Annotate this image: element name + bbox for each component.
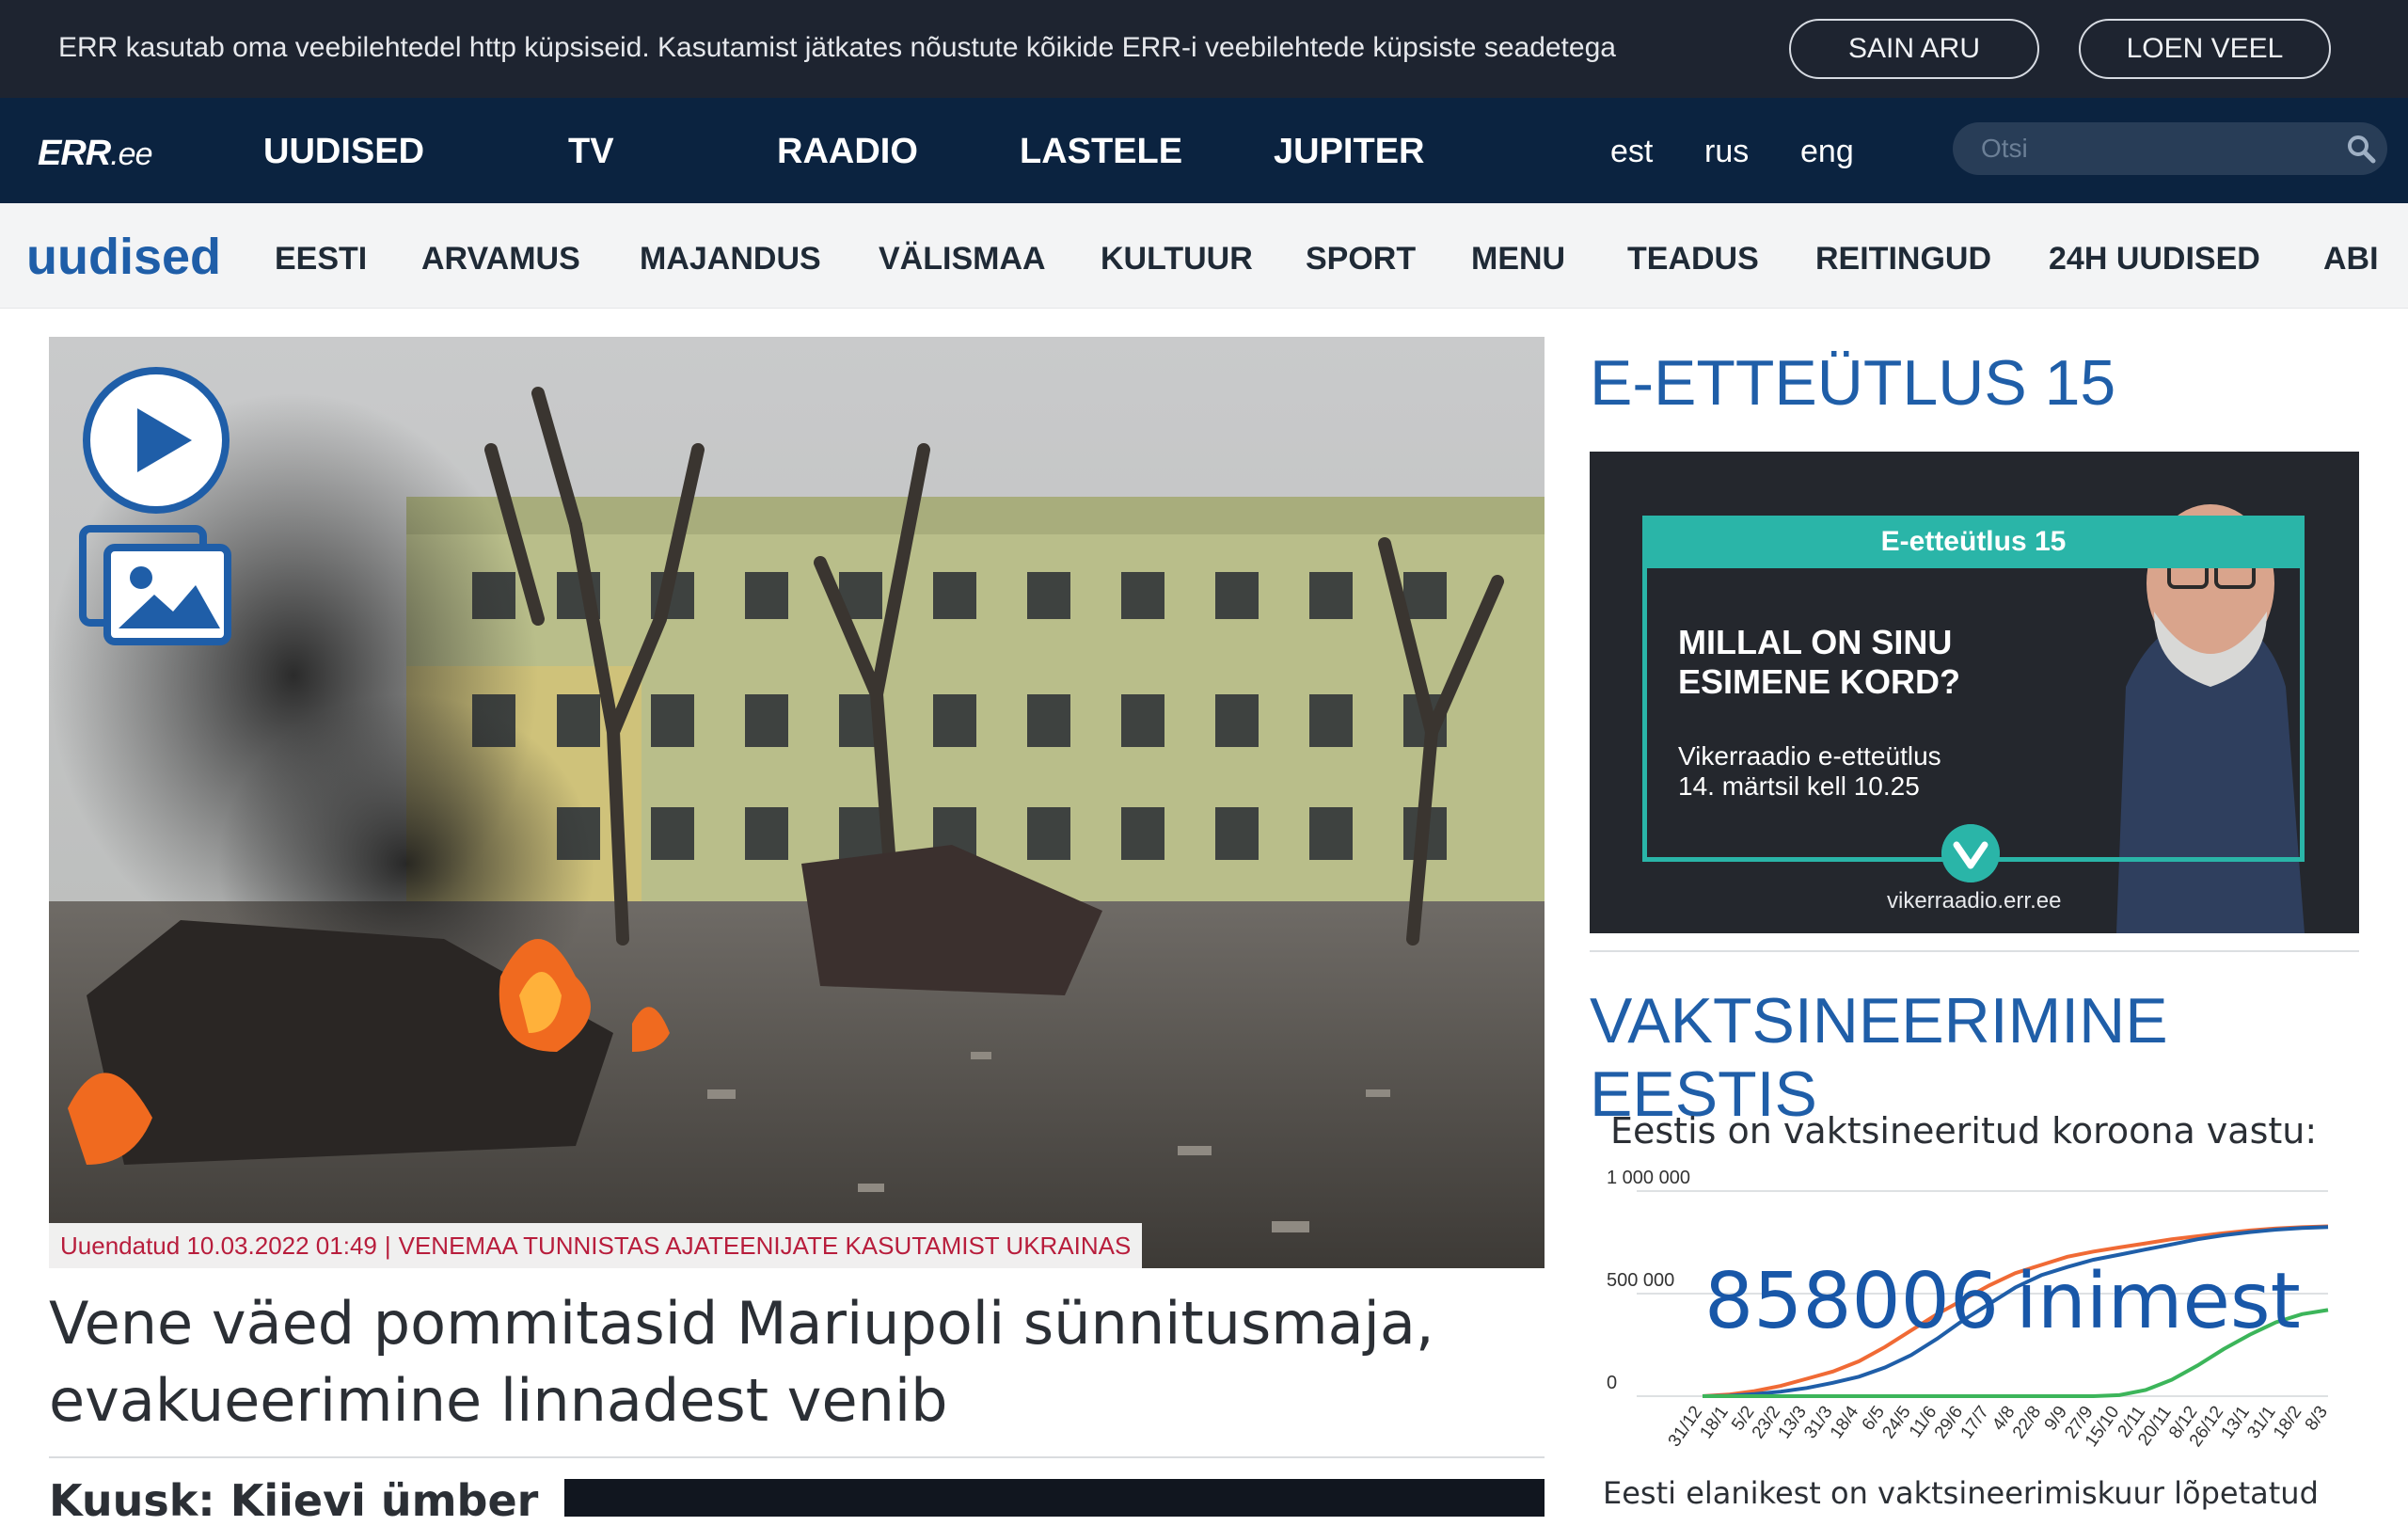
logo-suffix: .ee [110, 136, 152, 172]
subnav-teadus[interactable]: TEADUS [1627, 241, 1759, 278]
chart-x-tick-label: 29/6 [1931, 1403, 1967, 1442]
secondary-headline[interactable]: Kuusk: Kiievi ümber [49, 1475, 538, 1526]
chart-x-tick-label: 13/1 [2218, 1403, 2254, 1442]
section-title[interactable]: uudised [26, 228, 221, 286]
vikerraadio-logo-icon [1941, 824, 2000, 882]
gallery-icon[interactable] [79, 525, 231, 645]
nav-raadio[interactable]: RAADIO [777, 132, 918, 172]
vaccination-count: 858006 inimest [1704, 1257, 2301, 1346]
lang-rus[interactable]: rus [1704, 134, 1749, 170]
banner-question-2: ESIMENE KORD? [1678, 662, 1961, 701]
chart-x-tick-label: 8/3 [2302, 1403, 2332, 1435]
secondary-thumbnail[interactable] [564, 1479, 1545, 1517]
banner-tab: E-etteütlus 15 [1642, 516, 2305, 568]
caption-separator: | [384, 1231, 391, 1260]
chart-x-tick-label: 13/3 [1775, 1403, 1811, 1442]
hero-photo [49, 337, 1545, 1268]
nav-tv[interactable]: TV [568, 132, 614, 172]
nav-uudised[interactable]: UUDISED [263, 132, 424, 172]
subnav-abi[interactable]: ABI [2323, 241, 2379, 278]
vaccination-footnote: Eesti elanikest on vaktsineerimiskuur lõ… [1603, 1475, 2319, 1511]
divider [1590, 950, 2359, 952]
promo-title[interactable]: E-ETTEÜTLUS 15 [1590, 346, 2115, 420]
main-navigation: ERR.ee UUDISED TV RAADIO LASTELE JUPITER… [0, 98, 2408, 203]
search-box [1953, 122, 2387, 175]
chart-x-tick-label: 18/2 [2270, 1403, 2305, 1442]
banner-info-1: Vikerraadio e-etteütlus [1678, 741, 1941, 771]
subnav-majandus[interactable]: MAJANDUS [640, 241, 821, 278]
search-icon[interactable] [2346, 134, 2376, 164]
subnav-sport[interactable]: SPORT [1306, 241, 1416, 278]
vaccination-heading: Eestis on vaktsineeritud koroona vastu: [1610, 1110, 2318, 1152]
chart-x-tick-label: 31/3 [1800, 1403, 1836, 1442]
chart-x-tick-label: 23/2 [1749, 1403, 1784, 1442]
hero-headline[interactable]: Vene väed pommitasid Mariupoli sünnitusm… [49, 1285, 1545, 1439]
lang-est[interactable]: est [1610, 134, 1653, 170]
banner-site: vikerraadio.err.ee [1887, 888, 2062, 914]
promo-banner[interactable]: E-etteütlus 15 MILLAL ON SINU ESIMENE KO… [1590, 452, 2359, 933]
chart-y-tick-label: 500 000 [1607, 1270, 1674, 1291]
search-input[interactable] [1981, 130, 2320, 167]
nav-jupiter[interactable]: JUPITER [1274, 132, 1424, 172]
cookie-message: ERR kasutab oma veebilehtedel http küpsi… [58, 32, 1616, 63]
chart-x-tick-label: 18/4 [1827, 1402, 1863, 1442]
chart-x-tick-label: 18/1 [1696, 1403, 1732, 1442]
cookie-accept-button[interactable]: SAIN ARU [1789, 19, 2039, 79]
chart-y-tick-label: 0 [1607, 1373, 1617, 1393]
chart-y-tick-label: 1 000 000 [1607, 1168, 1690, 1188]
vaccinated-number: 858006 [1704, 1257, 2000, 1346]
subnav-valismaa[interactable]: VÄLISMAA [879, 241, 1046, 278]
nav-lastele[interactable]: LASTELE [1020, 132, 1182, 172]
topic-link[interactable]: VENEMAA TUNNISTAS AJATEENIJATE KASUTAMIS… [399, 1232, 1132, 1261]
banner-question-1: MILLAL ON SINU [1678, 623, 1953, 661]
divider [49, 1456, 1545, 1458]
play-icon[interactable] [81, 365, 231, 516]
lang-eng[interactable]: eng [1800, 134, 1854, 170]
err-logo[interactable]: ERR.ee [38, 134, 153, 174]
chart-x-tick-label: 24/5 [1878, 1403, 1914, 1442]
chart-x-tick-label: 22/8 [2009, 1403, 2045, 1442]
logo-main: ERR [38, 134, 111, 173]
subnav-kultuur[interactable]: KULTUUR [1101, 241, 1253, 278]
subnav-24h-uudised[interactable]: 24H UUDISED [2049, 241, 2260, 278]
vaccination-title[interactable]: VAKTSINEERIMINE EESTIS [1590, 984, 2408, 1131]
subnav-reitingud[interactable]: REITINGUD [1815, 241, 1991, 278]
chart-x-tick-label: 31/1 [2243, 1403, 2279, 1442]
subnav-menu[interactable]: MENU [1471, 241, 1565, 278]
cookie-bar: ERR kasutab oma veebilehtedel http küpsi… [0, 0, 2408, 98]
hero-image[interactable] [49, 337, 1545, 1268]
subnav-eesti[interactable]: EESTI [275, 241, 367, 278]
subnav-arvamus[interactable]: ARVAMUS [421, 241, 580, 278]
banner-info-2: 14. märtsil kell 10.25 [1678, 771, 1920, 801]
chart-x-tick-label: 17/7 [1956, 1403, 1992, 1442]
hero-caption[interactable]: Uuendatud 10.03.2022 01:49 | VENEMAA TUN… [49, 1223, 1143, 1268]
cookie-read-more-button[interactable]: LOEN VEEL [2079, 19, 2331, 79]
vaccinated-unit: inimest [2016, 1257, 2301, 1346]
updated-timestamp: Uuendatud 10.03.2022 01:49 [60, 1231, 377, 1260]
section-navigation: uudised EESTI ARVAMUS MAJANDUS VÄLISMAA … [0, 203, 2408, 309]
